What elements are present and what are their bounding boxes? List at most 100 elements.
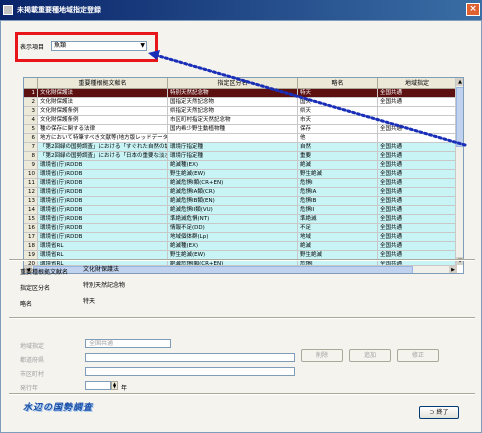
row-region: 全国共通 <box>378 197 457 206</box>
add-button[interactable]: 追加 <box>349 349 391 362</box>
close-button[interactable]: ⊃ 終了 <box>419 406 459 419</box>
table-row[interactable]: 16 環境省(庁)RDDB 情報不足(DD) 不足 全国共通 <box>24 224 457 233</box>
row-number: 9 <box>24 161 38 170</box>
row-category: 環境庁指定種 <box>168 143 298 152</box>
detail-category-label: 指定区分名 <box>20 285 51 292</box>
row-abbr: 絶滅 <box>298 242 378 251</box>
scroll-thumb[interactable] <box>456 87 463 147</box>
row-doc: 環境省(庁)RDDB <box>38 233 168 242</box>
grid-header-doc[interactable]: 重要種根拠文献名 <box>38 78 168 89</box>
row-abbr: 特天 <box>298 89 378 98</box>
region-label: 地域指定 <box>20 343 45 350</box>
row-abbr: 市天 <box>298 116 378 125</box>
row-category: 情報不足(DD) <box>168 224 298 233</box>
update-button[interactable]: 修正 <box>397 349 439 362</box>
table-row[interactable]: 5 種の保存に関する法律 国内希少野生動植物種 保存 全国共通 <box>24 125 457 134</box>
year-label: 発行年 <box>20 385 39 392</box>
row-number: 7 <box>24 143 38 152</box>
app-icon <box>3 5 13 15</box>
row-abbr: 重要 <box>298 152 378 161</box>
row-category: 絶滅種(EX) <box>168 161 298 170</box>
row-abbr: 不足 <box>298 224 378 233</box>
row-region: 全国共通 <box>378 206 457 215</box>
row-number: 16 <box>24 224 38 233</box>
row-abbr: 準絶滅 <box>298 215 378 224</box>
row-category: 絶滅種(EX) <box>168 242 298 251</box>
row-region: 全国共通 <box>378 188 457 197</box>
row-abbr: 絶滅 <box>298 161 378 170</box>
filter-highlight-box <box>15 32 158 62</box>
main-window: 表示項目 魚類 ▼ 重要種根拠文献名 指定区分名 略名 地域指定 1 文化財保護法… <box>0 20 482 433</box>
spin-down-icon[interactable]: ▼ <box>112 385 117 389</box>
row-category: 環境庁指定種 <box>168 152 298 161</box>
row-number: 15 <box>24 215 38 224</box>
title-bar: 未掲載重要種地域指定登録 × <box>0 0 482 20</box>
year-spinner[interactable]: ▲ ▼ <box>111 381 118 390</box>
table-row[interactable]: 10 環境省(庁)RDDB 野生絶滅(EW) 野生絶滅 全国共通 <box>24 170 457 179</box>
row-number: 10 <box>24 170 38 179</box>
row-category: 市区町村指定天然記念物 <box>168 116 298 125</box>
table-row[interactable]: 4 文化財保護条例 市区町村指定天然記念物 市天 <box>24 116 457 125</box>
row-number: 17 <box>24 233 38 242</box>
scroll-right-icon[interactable]: ▶ <box>449 266 457 273</box>
city-input[interactable] <box>85 367 295 376</box>
grid-vertical-scrollbar[interactable]: ▲ ▼ <box>455 78 463 265</box>
table-row[interactable]: 8「第2回緑の国勢調査」における「日本の重要な淡水魚類」環境庁指定種重要全国共通 <box>24 152 457 161</box>
table-row[interactable]: 13 環境省(庁)RDDB 絶滅危惧IB類(EN) 危惧IB 全国共通 <box>24 197 457 206</box>
table-row[interactable]: 11 環境省(庁)RDDB 絶滅危惧I類(CR+EN) 危惧I 全国共通 <box>24 179 457 188</box>
row-doc: 地方において特筆すべき文献等(地方版レッドデータブック) <box>38 134 168 143</box>
table-row[interactable]: 1 文化財保護法 特別天然記念物 特天 全国共通 <box>24 89 457 98</box>
row-category: 特別天然記念物 <box>168 89 298 98</box>
region-select[interactable]: 全国共通 <box>85 339 171 348</box>
row-region: 全国共通 <box>378 233 457 242</box>
window-close-button[interactable]: × <box>466 3 480 16</box>
grid-header-category[interactable]: 指定区分名 <box>168 78 298 89</box>
row-number: 13 <box>24 197 38 206</box>
row-doc: 環境省(庁)RDDB <box>38 206 168 215</box>
row-doc: 環境省RL <box>38 242 168 251</box>
row-abbr: 自然 <box>298 143 378 152</box>
row-region: 全国共通 <box>378 242 457 251</box>
grid-header-rownum <box>24 78 38 89</box>
row-doc: 環境省(庁)RDDB <box>38 161 168 170</box>
table-row[interactable]: 6地方において特筆すべき文献等(地方版レッドデータブック) 他 <box>24 134 457 143</box>
row-category <box>168 134 298 143</box>
row-number: 18 <box>24 242 38 251</box>
year-input[interactable] <box>85 381 111 390</box>
species-designation-grid: 重要種根拠文献名 指定区分名 略名 地域指定 1 文化財保護法 特別天然記念物 特天全… <box>23 77 464 274</box>
grid-header-abbr[interactable]: 略名 <box>298 78 378 89</box>
row-doc: 環境省(庁)RDDB <box>38 179 168 188</box>
row-category: 絶滅危惧I類(CR+EN) <box>168 179 298 188</box>
table-row[interactable]: 12 環境省(庁)RDDB 絶滅危惧IA類(CR) 危惧IA 全国共通 <box>24 188 457 197</box>
prefecture-input[interactable] <box>85 353 295 362</box>
table-row[interactable]: 9 環境省(庁)RDDB 絶滅種(EX) 絶滅 全国共通 <box>24 161 457 170</box>
row-number: 11 <box>24 179 38 188</box>
row-category: 地域個体群(Lp) <box>168 233 298 242</box>
row-region: 全国共通 <box>378 179 457 188</box>
row-doc: 「第2回緑の国勢調査」における「すぐれた自然の調査」の対象 <box>38 143 168 152</box>
row-doc: 「第2回緑の国勢調査」における「日本の重要な淡水魚類」 <box>38 152 168 161</box>
table-row[interactable]: 18 環境省RL 絶滅種(EX) 絶滅 全国共通 <box>24 242 457 251</box>
row-doc: 種の保存に関する法律 <box>38 125 168 134</box>
separator <box>9 393 475 395</box>
table-row[interactable]: 7「第2回緑の国勢調査」における「すぐれた自然の調査」の対象環境庁指定種自然全国… <box>24 143 457 152</box>
row-abbr: 危惧II <box>298 206 378 215</box>
row-region: 全国共通 <box>378 89 457 98</box>
row-category: 野生絶滅(EW) <box>168 170 298 179</box>
table-row[interactable]: 14 環境省(庁)RDDB 絶滅危惧II類(VU) 危惧II 全国共通 <box>24 206 457 215</box>
delete-button[interactable]: 削除 <box>301 349 343 362</box>
table-row[interactable]: 15 環境省(庁)RDDB 準絶滅危惧(NT) 準絶滅 全国共通 <box>24 215 457 224</box>
row-doc: 環境省(庁)RDDB <box>38 188 168 197</box>
table-row[interactable]: 17 環境省(庁)RDDB 地域個体群(Lp) 地域 全国共通 <box>24 233 457 242</box>
row-region: 全国共通 <box>378 152 457 161</box>
table-row[interactable]: 3 文化財保護条例 県指定天然記念物 県天 <box>24 107 457 116</box>
scroll-up-icon[interactable]: ▲ <box>456 78 463 86</box>
row-number: 6 <box>24 134 38 143</box>
detail-abbr-value: 特天 <box>83 298 96 305</box>
row-region: 全国共通 <box>378 170 457 179</box>
grid-header-region[interactable]: 地域指定 <box>378 78 457 89</box>
detail-doc-label: 重要種根拠文献名 <box>20 269 69 276</box>
row-abbr: 危惧IA <box>298 188 378 197</box>
table-row[interactable]: 2 文化財保護法 国指定天然記念物 国天 全国共通 <box>24 98 457 107</box>
row-region <box>378 134 457 143</box>
